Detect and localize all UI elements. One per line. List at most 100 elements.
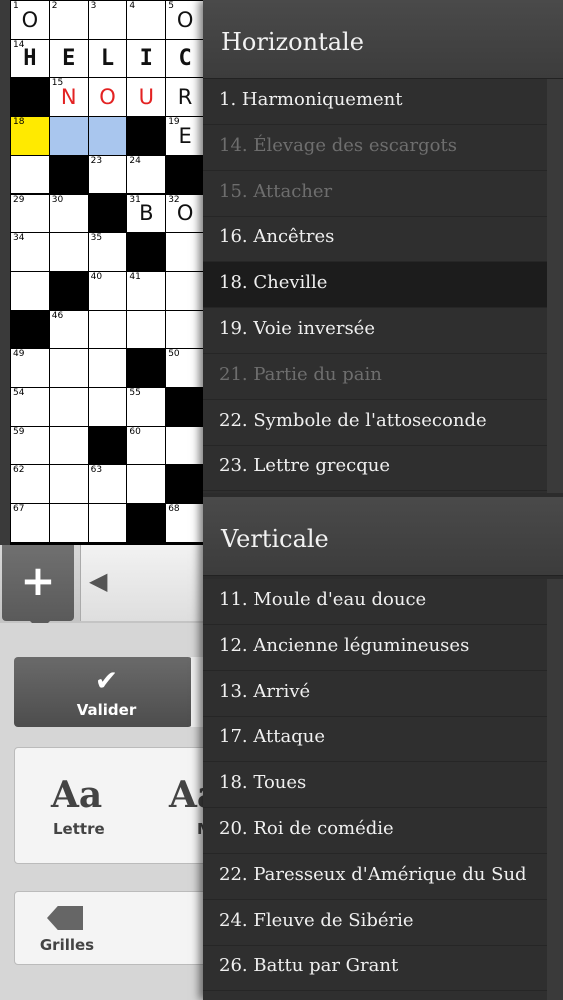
grid-cell[interactable]: [88, 310, 127, 349]
grid-cell[interactable]: 41: [127, 271, 166, 310]
letter-aa-icon[interactable]: Aa: [51, 774, 102, 816]
valider-button[interactable]: ✔ Valider: [14, 657, 192, 727]
vertical-clue-item[interactable]: 24. Fleuve de Sibérie: [203, 900, 547, 946]
grid-block: [166, 155, 204, 194]
grid-cell[interactable]: [127, 465, 166, 504]
vertical-clue-list[interactable]: 11. Moule d'eau douce 12. Ancienne légumi…: [203, 579, 547, 1000]
grid-cell[interactable]: [166, 271, 204, 310]
grid-cell[interactable]: 15 N: [49, 78, 88, 117]
grid-cell[interactable]: 30: [49, 194, 88, 233]
grid-cell[interactable]: 18: [11, 117, 49, 155]
vertical-clue-item[interactable]: 11. Moule d'eau douce: [203, 579, 547, 625]
horizontal-clue-item[interactable]: 15. Attacher: [203, 171, 547, 217]
grid-cell[interactable]: [49, 233, 88, 271]
grid-cell[interactable]: 29: [11, 194, 49, 233]
grid-cell[interactable]: 35: [88, 233, 127, 271]
clue-text: 15. Attacher: [219, 180, 333, 202]
cell-letter: R: [177, 85, 193, 110]
grid-cell[interactable]: [88, 388, 127, 426]
vertical-clue-item[interactable]: 18. Toues: [203, 762, 547, 809]
grid-cell[interactable]: 40: [88, 271, 127, 310]
grid-cell[interactable]: 59: [11, 426, 49, 465]
grid-cell[interactable]: O: [88, 78, 127, 117]
grid-cell[interactable]: 32 O: [166, 194, 204, 233]
grid-cell[interactable]: [49, 388, 88, 426]
grid-cell[interactable]: [166, 310, 204, 349]
grid-cell[interactable]: 67: [11, 504, 49, 542]
grid-cell[interactable]: 49: [11, 349, 49, 387]
vertical-scrollbar[interactable]: [547, 579, 563, 1000]
grid-cell[interactable]: 1O: [11, 1, 49, 39]
vertical-clue-item[interactable]: 12. Ancienne légumineuses: [203, 625, 547, 671]
grid-cell[interactable]: 5O: [166, 1, 204, 39]
grid-cell[interactable]: [49, 504, 88, 542]
tab-bar: + ◀: [0, 545, 206, 631]
horizontal-clue-item[interactable]: 21. Partie du pain: [203, 354, 547, 400]
grid-cell[interactable]: 23: [88, 155, 127, 194]
grid-cell[interactable]: I: [127, 39, 166, 78]
grid-cell[interactable]: 2: [49, 1, 88, 39]
grid-cell[interactable]: [88, 117, 127, 155]
horizontal-clue-item[interactable]: 16. Ancêtres: [203, 216, 547, 263]
toolbar-next-button[interactable]: [119, 891, 206, 965]
vertical-clue-item[interactable]: 20. Roi de comédie: [203, 808, 547, 854]
grid-cell[interactable]: [49, 349, 88, 387]
horizontal-clue-item[interactable]: 22. Symbole de l'attoseconde: [203, 400, 547, 446]
grid-cell[interactable]: 50: [166, 349, 204, 387]
arrow-left-icon: ◀: [89, 567, 108, 595]
vertical-clue-item[interactable]: 17. Attaque: [203, 716, 547, 763]
grid-cell[interactable]: [11, 271, 49, 310]
horizontal-clue-item[interactable]: 19. Voie inversée: [203, 308, 547, 354]
cell-number: 41: [129, 271, 141, 282]
lettre-label[interactable]: Lettre: [53, 820, 105, 838]
grid-cell[interactable]: E: [49, 39, 88, 78]
grid-cell[interactable]: [11, 155, 49, 194]
grid-cell[interactable]: L: [88, 39, 127, 78]
grid-cell[interactable]: C: [166, 39, 204, 78]
cell-number: 46: [51, 310, 64, 321]
grid-cell[interactable]: [127, 310, 166, 349]
grid-cell[interactable]: 62: [11, 465, 49, 504]
previous-button[interactable]: ◀: [80, 545, 206, 621]
vertical-clue-item[interactable]: 13. Arrivé: [203, 671, 547, 717]
horizontal-clue-list[interactable]: 1. Harmoniquement 14. Élevage des escargo…: [203, 79, 547, 493]
cell-letter: O: [99, 85, 116, 110]
horizontal-clue-item[interactable]: 1. Harmoniquement: [203, 79, 547, 125]
grid-cell[interactable]: 60: [127, 426, 166, 465]
cell-number: 62: [13, 465, 25, 476]
grid-cell[interactable]: 63: [88, 465, 127, 504]
clue-text: 22. Paresseux d'Amérique du Sud: [219, 863, 527, 885]
vertical-clue-item[interactable]: 22. Paresseux d'Amérique du Sud: [203, 854, 547, 900]
grid-cell[interactable]: 54: [11, 388, 49, 426]
grid-cell[interactable]: 4: [127, 1, 166, 39]
grid-cell[interactable]: 68: [166, 504, 204, 542]
grid-cell[interactable]: R: [166, 78, 204, 117]
grid-cell[interactable]: [88, 349, 127, 387]
grid-cell[interactable]: 14 H: [11, 39, 49, 78]
vertical-clue-item[interactable]: 26. Battu par Grant: [203, 945, 547, 992]
cell-number: 55: [129, 388, 141, 398]
add-tab-button[interactable]: +: [2, 545, 74, 631]
grid-block: [49, 271, 88, 310]
grid-cell[interactable]: [49, 426, 88, 465]
grid-cell[interactable]: 46: [49, 310, 88, 349]
grid-cell[interactable]: U: [127, 78, 166, 117]
horizontal-clue-item[interactable]: 14. Élevage des escargots: [203, 125, 547, 171]
grid-cell[interactable]: 19 E: [166, 117, 204, 155]
horizontal-clue-item[interactable]: 18. Cheville: [203, 262, 547, 309]
grid-cell[interactable]: [88, 504, 127, 542]
grid-cell[interactable]: 55: [127, 388, 166, 426]
grid-cell[interactable]: 3: [88, 1, 127, 39]
grid-cell[interactable]: 31 B: [127, 194, 166, 233]
grid-cell[interactable]: 34: [11, 233, 49, 271]
grid-cell[interactable]: [166, 233, 204, 271]
horizontal-clue-item[interactable]: 23. Lettre grecque: [203, 445, 547, 492]
grid-cell[interactable]: 24: [127, 155, 166, 194]
crossword-grid[interactable]: 1 O 2 3 4 5 O 14 H E L I C 15 N O U R 18 19 E 23 24 29 30 31 B 32 O 3…: [10, 0, 205, 545]
horizontal-scrollbar[interactable]: [547, 79, 563, 493]
grid-cell[interactable]: [166, 426, 204, 465]
grid-cell[interactable]: [49, 465, 88, 504]
cell-number: 50: [168, 349, 180, 360]
grilles-button[interactable]: Grilles: [14, 891, 120, 965]
grid-cell[interactable]: [49, 117, 88, 155]
